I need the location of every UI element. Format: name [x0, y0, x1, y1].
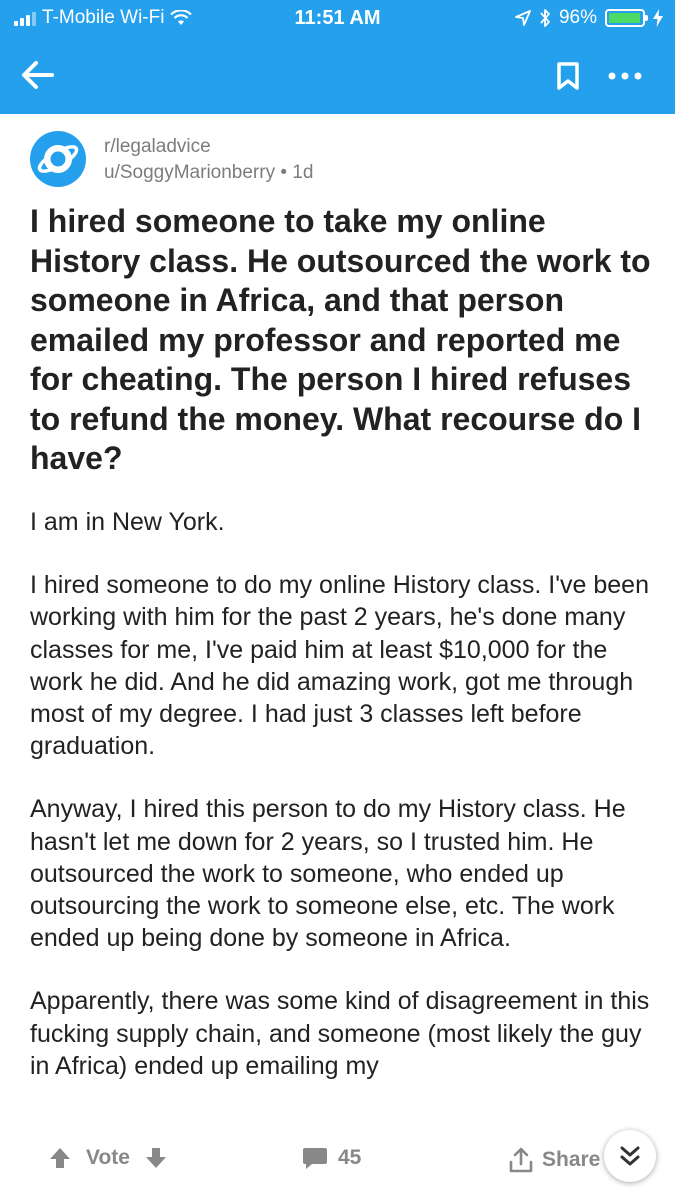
- comment-count: 45: [338, 1146, 362, 1169]
- status-bar: T-Mobile Wi-Fi 11:51 AM 96%: [0, 0, 675, 38]
- more-icon: [608, 72, 642, 80]
- action-bar: Vote 45 Share: [0, 1128, 675, 1200]
- post-body: I am in New York. I hired someone to do …: [30, 506, 655, 1113]
- top-bar: T-Mobile Wi-Fi 11:51 AM 96%: [0, 0, 675, 114]
- subreddit-avatar[interactable]: [30, 131, 86, 187]
- planet-icon: [37, 145, 79, 173]
- post-paragraph: Anyway, I hired this person to do my His…: [30, 795, 626, 953]
- upvote-icon[interactable]: [48, 1146, 72, 1170]
- vote-group: Vote: [48, 1146, 168, 1170]
- location-icon: [515, 10, 531, 26]
- battery-percent: 96%: [558, 7, 597, 28]
- comments-button[interactable]: 45: [302, 1146, 361, 1170]
- post-paragraph: I hired someone to do my online History …: [30, 571, 649, 761]
- post-paragraph: I am in New York.: [30, 508, 225, 536]
- bluetooth-icon: [540, 9, 550, 27]
- status-right: 96%: [515, 7, 663, 29]
- post-title: I hired someone to take my online Histor…: [30, 203, 651, 476]
- share-icon: [509, 1147, 533, 1173]
- more-options-button[interactable]: [600, 54, 650, 98]
- content-fade: [0, 1100, 675, 1130]
- bookmark-button[interactable]: [548, 54, 588, 98]
- bookmark-icon: [557, 62, 579, 90]
- battery-fill: [609, 13, 640, 23]
- charging-icon: [653, 9, 663, 27]
- vote-label: Vote: [86, 1146, 130, 1169]
- back-arrow-icon: [22, 61, 54, 89]
- subreddit-link[interactable]: r/legaladvice: [104, 134, 313, 160]
- back-button[interactable]: [14, 52, 60, 98]
- app-bar: [0, 38, 675, 114]
- author-line[interactable]: u/SoggyMarionberry • 1d: [104, 160, 313, 186]
- share-button[interactable]: Share: [508, 1146, 600, 1174]
- battery-icon: [605, 9, 648, 27]
- downvote-icon[interactable]: [144, 1146, 168, 1170]
- post-meta: r/legaladvice u/SoggyMarionberry • 1d: [104, 134, 313, 186]
- scroll-down-button[interactable]: [604, 1130, 656, 1182]
- scroll-down-icon: [620, 1146, 640, 1166]
- share-label: Share: [542, 1148, 601, 1171]
- post-paragraph: Apparently, there was some kind of disag…: [30, 987, 650, 1080]
- comment-icon: [303, 1148, 327, 1169]
